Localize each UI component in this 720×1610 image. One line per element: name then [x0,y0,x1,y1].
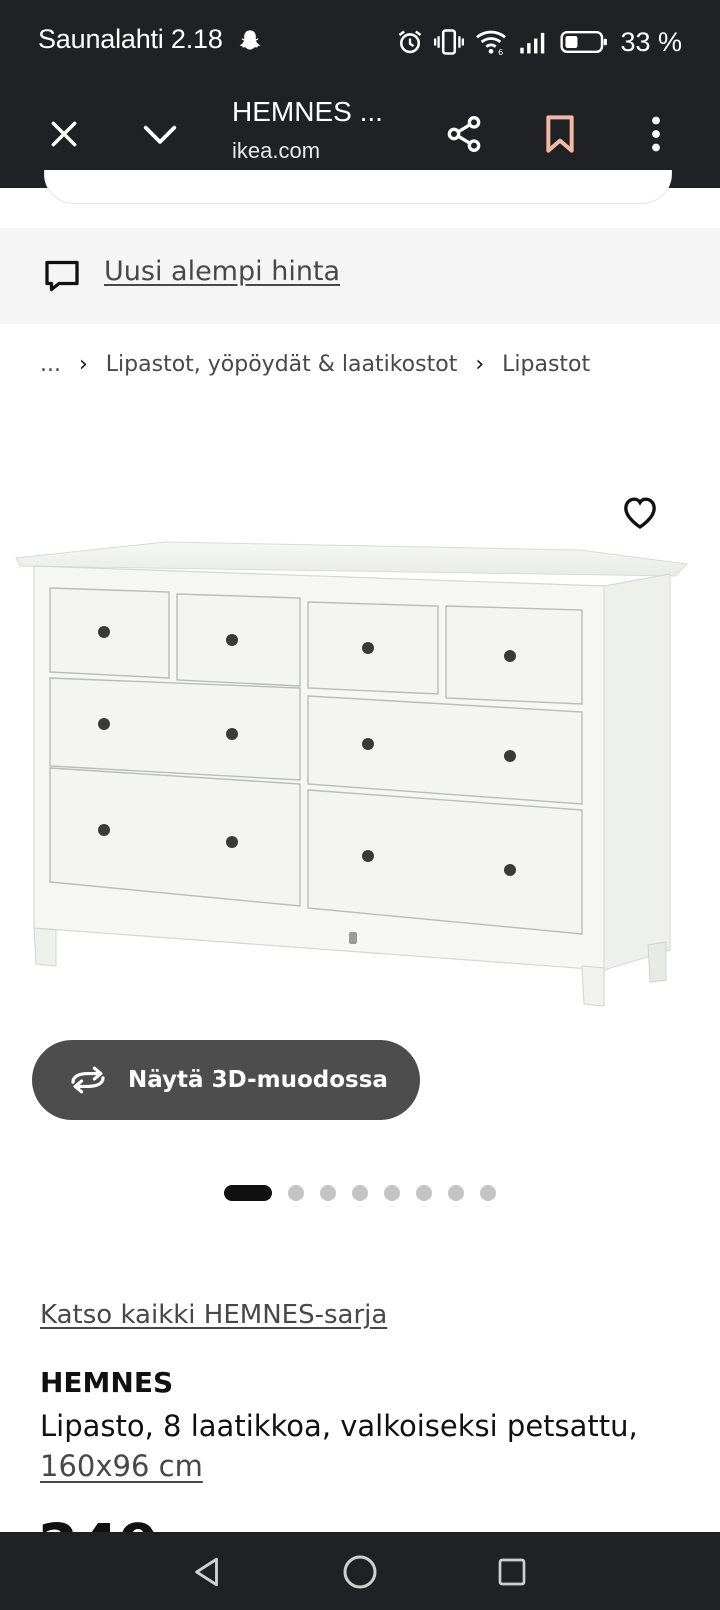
heart-icon[interactable] [620,492,660,532]
page-title[interactable]: HEMNES ... [232,96,383,128]
status-carrier-time: Saunalahti 2.18 [38,24,223,54]
product-description-text: Lipasto, 8 laatikkoa, valkoiseksi petsat… [40,1409,638,1443]
minimize-button[interactable] [132,106,188,162]
search-bar-edge [44,170,672,204]
alarm-icon [399,30,422,54]
back-triangle-icon [195,1557,218,1587]
close-tab-button[interactable] [36,106,92,162]
page-url[interactable]: ikea.com [232,138,320,164]
carousel-dot[interactable] [448,1185,464,1201]
product-name: HEMNES [40,1366,174,1399]
breadcrumb-separator: › [475,352,485,377]
product-size-link[interactable]: 160x96 cm [40,1449,203,1483]
signal-icon [520,32,545,54]
home-circle-icon [343,1555,377,1589]
bookmark-button[interactable] [532,106,588,162]
view-in-3d-button[interactable]: Näytä 3D-muodossa [32,1040,420,1120]
more-icon [652,116,660,152]
battery-icon [560,30,608,54]
breadcrumb-item-category[interactable]: Lipastot, yöpöydät & laatikostot [106,352,458,377]
chat-bubble-icon [45,260,79,292]
share-icon [447,116,481,153]
svg-text:6: 6 [498,47,503,56]
chevron-down-icon [143,125,177,144]
breadcrumb-item-current[interactable]: Lipastot [502,352,590,377]
breadcrumb: ... › Lipastot, yöpöydät & laatikostot ›… [40,352,590,377]
carousel-dot[interactable] [352,1185,368,1201]
new-lower-price-link[interactable]: Uusi alempi hinta [104,256,340,287]
status-icons: 6 33 % [396,24,682,60]
price-notice-banner: Uusi alempi hinta [0,228,720,324]
breadcrumb-item-ellipsis[interactable]: ... [40,352,61,377]
more-options-button[interactable] [628,106,684,162]
product-image [15,541,689,1007]
back-button[interactable] [186,1550,230,1594]
breadcrumb-separator: › [78,352,88,377]
image-carousel-indicator [224,1184,496,1202]
carousel-dot-active[interactable] [224,1185,272,1201]
status-bar: Saunalahti 2.18 6 33 % [0,0,720,84]
bookmark-icon [546,115,574,153]
carousel-dot[interactable] [416,1185,432,1201]
share-button[interactable] [436,106,492,162]
view-in-3d-label: Näytä 3D-muodossa [128,1067,388,1093]
snapchat-icon [239,30,261,50]
recents-button[interactable] [490,1550,534,1594]
carousel-dot[interactable] [480,1185,496,1201]
close-icon [51,121,77,147]
home-button[interactable] [338,1550,382,1594]
carousel-dot[interactable] [384,1185,400,1201]
vibrate-icon [434,29,465,55]
wifi-icon: 6 [476,30,507,56]
product-description: Lipasto, 8 laatikkoa, valkoiseksi petsat… [40,1406,690,1486]
rotate-3d-icon [71,1066,105,1094]
battery-level: 33 % [620,26,682,57]
system-navigation-bar [0,1532,720,1610]
series-link[interactable]: Katso kaikki HEMNES-sarja [40,1300,387,1330]
carousel-dot[interactable] [288,1185,304,1201]
recents-square-icon [498,1558,526,1586]
carousel-dot[interactable] [320,1185,336,1201]
